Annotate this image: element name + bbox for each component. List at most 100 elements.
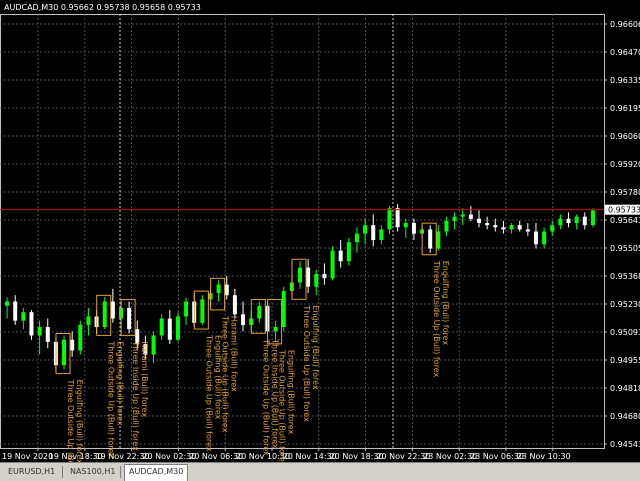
y-axis-label: 0.95505	[610, 244, 640, 253]
pattern-label: Three Outside Up (Bull) forex	[432, 260, 441, 378]
candle-bear	[501, 227, 506, 230]
y-axis-label: 0.95093	[610, 328, 640, 337]
candle-bull	[37, 327, 42, 336]
candle-bear	[13, 301, 18, 321]
candle-bear	[533, 231, 538, 245]
tab-separator	[62, 466, 63, 478]
pattern-label: Three Inside Up (Bull) forex	[131, 340, 140, 451]
pattern-label: Three Outside Up (Bull) forex	[66, 379, 75, 462]
pattern-label: Engulfing (Bull) forex	[116, 341, 125, 426]
chart-area[interactable]: 0.96606 0.96470 0.96335 0.96195 0.96060 0.959…	[0, 0, 640, 462]
candle-bear	[468, 214, 473, 219]
candle-bear	[45, 327, 50, 342]
pattern-box	[267, 299, 283, 345]
candle-bull	[346, 242, 351, 262]
x-axis-label: 19 Nov 2020	[2, 452, 53, 461]
tab-audcad[interactable]: AUDCAD,M30	[124, 464, 189, 481]
candle-bear	[232, 295, 237, 315]
candle-bear	[411, 223, 416, 234]
candle-bull	[558, 218, 563, 226]
pattern-label: Engulfing (Bull) forex	[287, 350, 296, 435]
y-axis-label: 0.96060	[610, 132, 640, 141]
candle-bear	[167, 318, 172, 340]
pattern-label: Harami (Bull) forex	[230, 316, 239, 392]
candle-bear	[241, 314, 246, 325]
candle-bull	[403, 223, 408, 228]
candle-bull	[21, 312, 26, 321]
y-axis-label: 0.96195	[610, 104, 640, 113]
candle-bull	[175, 316, 180, 340]
y-axis-label: 0.94680	[610, 412, 640, 421]
candle-bear	[127, 307, 132, 330]
candle-bull	[78, 324, 83, 351]
y-axis-label: 0.95368	[610, 272, 640, 281]
candle-bull	[273, 327, 278, 332]
candle-bull	[444, 220, 449, 232]
candle-bull	[5, 301, 10, 306]
candle-bull	[62, 339, 67, 366]
y-axis-label: 0.95780	[610, 188, 640, 197]
y-axis-label: 0.94818	[610, 384, 640, 393]
candle-bull	[216, 284, 221, 294]
candle-bear	[582, 216, 587, 226]
candle-bull	[460, 214, 465, 217]
pattern-label: Harami (Bull) forex	[140, 341, 149, 417]
chart-svg[interactable]: 0.96606 0.96470 0.96335 0.96195 0.96060 0.959…	[0, 0, 640, 462]
y-axis-label: 0.95643	[610, 216, 640, 225]
candle-bull	[436, 231, 441, 249]
candle-bull	[151, 335, 156, 355]
candle-bear	[110, 301, 115, 319]
candle-bear	[477, 218, 482, 224]
candle-bear	[306, 267, 311, 287]
candle-bear	[395, 208, 400, 228]
y-axis-label: 0.96470	[610, 48, 640, 57]
pattern-label: Engulfing (Bull) forex	[75, 380, 84, 462]
pattern-label: Three Outside Up (Bull) forex	[302, 304, 311, 422]
y-axis-label: 0.95920	[610, 160, 640, 169]
x-axis-label: 23 Nov 10:30	[517, 452, 571, 461]
pattern-label: Three Outside Up (Bull) forex	[204, 334, 213, 452]
candle-bear	[224, 284, 229, 296]
candle-bull	[184, 301, 189, 317]
candle-bear	[485, 223, 490, 226]
tab-eurusd[interactable]: EURUSD,H1	[4, 465, 59, 479]
y-axis-label: 0.96606	[610, 20, 640, 29]
candle-bull	[509, 225, 514, 230]
candle-bear	[428, 229, 433, 249]
pattern-label: Three Outside Up (Bull) forex	[278, 349, 287, 462]
candle-bull	[363, 225, 368, 234]
candle-bear	[493, 225, 498, 228]
pattern-label: Three Outside Up (Bull) forex	[107, 340, 116, 458]
candle-bull	[550, 225, 555, 232]
chart-tabs: EURUSD,H1 NAS100,H1 AUDCAD,M30	[0, 462, 640, 481]
candle-bull	[281, 290, 286, 328]
pattern-box	[210, 277, 226, 311]
candle-bear	[29, 312, 34, 336]
pattern-label: Three Outside Up (Bull) forex	[221, 315, 230, 433]
candle-bear	[338, 250, 343, 262]
candle-bear	[322, 273, 327, 279]
candle-bull	[102, 301, 107, 328]
candle-bull	[542, 231, 547, 245]
candle-bear	[517, 225, 522, 230]
candle-bull	[590, 210, 595, 226]
candle-bear	[70, 339, 75, 351]
candle-bull	[574, 216, 579, 224]
current-price-label: 0.95733	[608, 206, 640, 215]
candle-bull	[452, 216, 457, 221]
candle-bull	[330, 250, 335, 279]
candle-bull	[387, 208, 392, 230]
candle-bull	[86, 316, 91, 325]
candle-bear	[371, 225, 376, 241]
candle-bull	[298, 267, 302, 283]
candle-bull	[354, 233, 359, 243]
tab-nas100[interactable]: NAS100,H1	[66, 465, 119, 479]
candle-bear	[566, 218, 571, 224]
y-axis-label: 0.96335	[610, 76, 640, 85]
pattern-label: Engulfing (Bull) forex	[441, 261, 450, 346]
candle-bull	[314, 273, 319, 287]
pattern-label: Three Outside Up (Bull) forex	[261, 338, 270, 456]
symbol-info: AUDCAD,M30 0.95662 0.95738 0.95658 0.957…	[4, 3, 201, 12]
pattern-label: Engulfing (Bull) forex	[311, 305, 320, 390]
candle-bull	[200, 299, 205, 323]
